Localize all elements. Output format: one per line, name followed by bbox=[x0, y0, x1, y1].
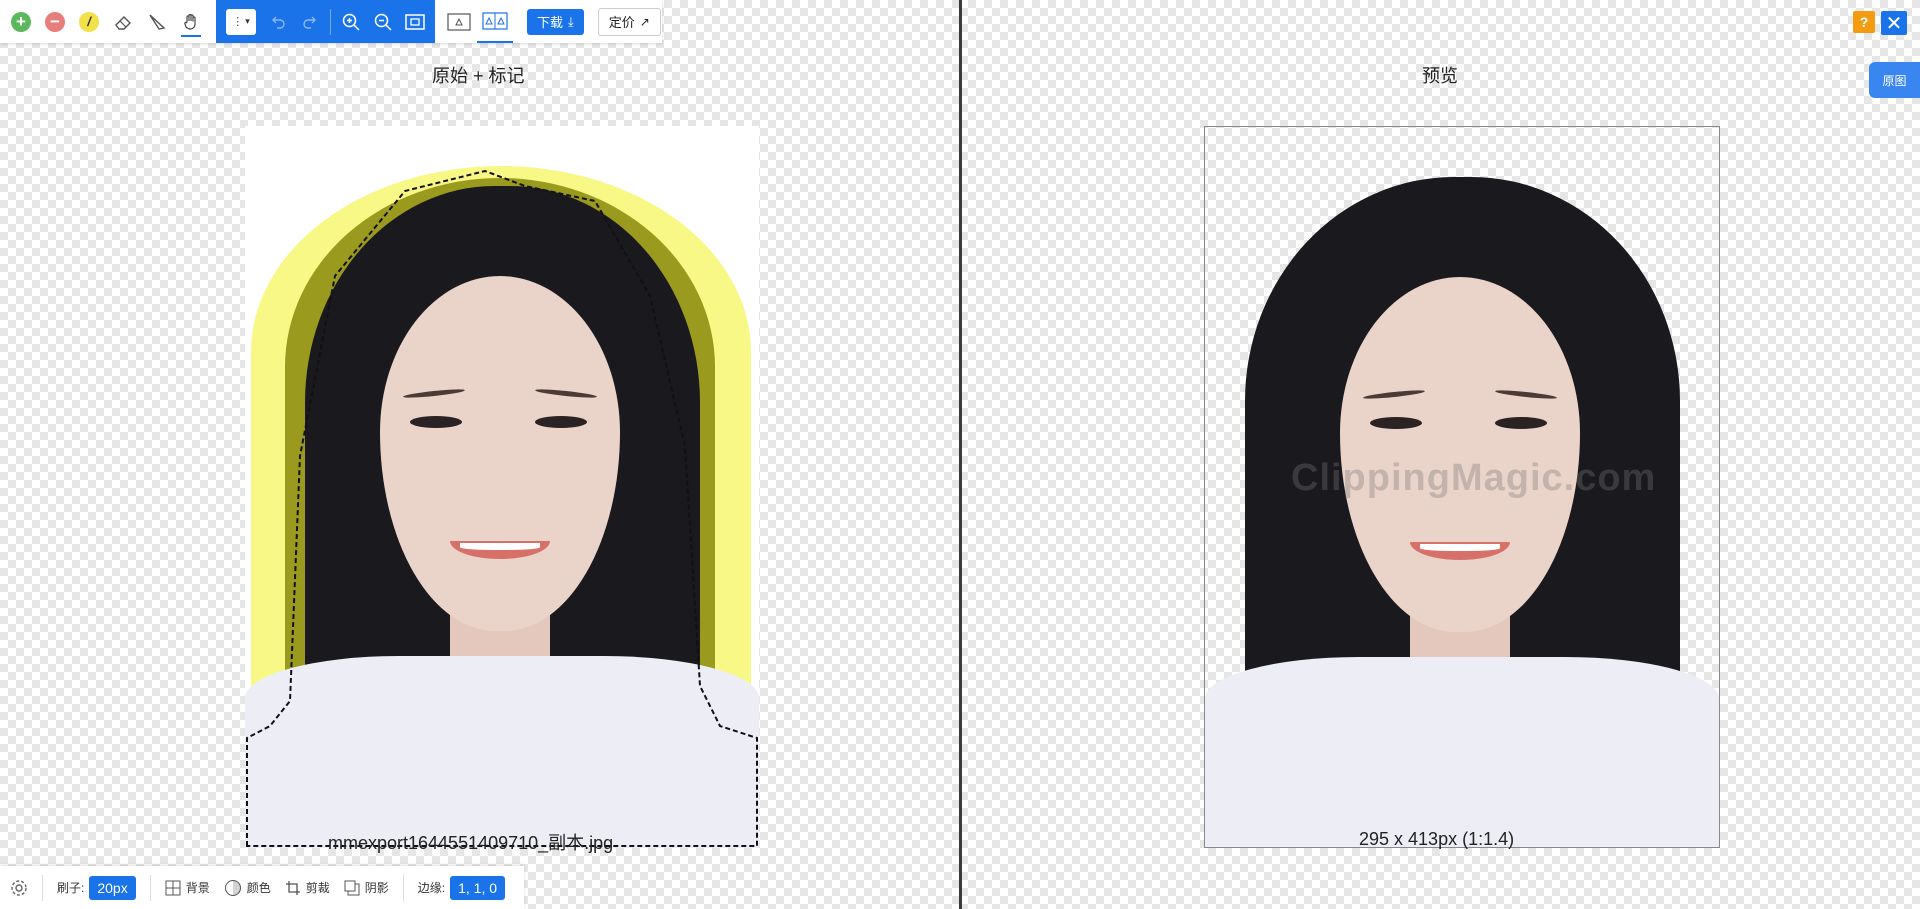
external-link-icon: ↗ bbox=[639, 14, 650, 29]
single-view-toggle[interactable] bbox=[441, 0, 477, 43]
right-panel-title: 预览 bbox=[1422, 66, 1458, 86]
add-marker-tool[interactable]: + bbox=[4, 0, 38, 43]
fit-view-button[interactable] bbox=[399, 0, 431, 43]
hand-icon bbox=[184, 13, 196, 30]
original-image-canvas[interactable] bbox=[245, 126, 759, 848]
download-icon: ⤓ bbox=[568, 13, 574, 29]
pan-tool[interactable] bbox=[174, 0, 208, 43]
minus-circle-icon: − bbox=[45, 11, 65, 32]
zoom-in-icon bbox=[342, 13, 360, 31]
toolbar-separator bbox=[330, 8, 331, 35]
bottom-separator bbox=[402, 874, 404, 901]
right-eye bbox=[1495, 417, 1547, 429]
scalpel-tool[interactable] bbox=[140, 0, 174, 43]
download-button[interactable]: 下载 ⤓ bbox=[527, 8, 584, 35]
color-button[interactable]: 颜色 bbox=[224, 879, 271, 897]
undo-button[interactable] bbox=[262, 0, 294, 43]
download-label: 下载 bbox=[537, 15, 564, 30]
grid-icon bbox=[165, 880, 181, 895]
plus-circle-icon: + bbox=[11, 11, 31, 32]
scalpel-icon bbox=[149, 13, 166, 30]
image-dimensions: 295 x 413px (1:1.4) bbox=[1359, 829, 1515, 849]
edges-group: 边缘: 1, 1, 0 bbox=[417, 875, 506, 900]
chevron-down-icon: ▾ bbox=[245, 16, 250, 26]
hair-marker-tool[interactable]: / bbox=[72, 0, 106, 43]
bottom-separator bbox=[42, 874, 43, 901]
shadow-icon bbox=[344, 880, 360, 895]
brush-size-group: 刷子: 20px bbox=[57, 875, 136, 900]
redo-icon bbox=[303, 16, 316, 29]
background-label: 背景 bbox=[185, 881, 210, 895]
background-button[interactable]: 背景 bbox=[165, 879, 210, 896]
redo-button[interactable] bbox=[294, 0, 326, 43]
brush-size-value[interactable]: 20px bbox=[89, 875, 136, 900]
shadow-button[interactable]: 阴影 bbox=[344, 879, 389, 896]
edit-tool-group: ⋮ ▾ bbox=[216, 0, 435, 43]
preview-image-canvas[interactable]: ClippingMagic.com bbox=[1204, 126, 1720, 848]
fit-screen-icon bbox=[405, 13, 425, 30]
pricing-button[interactable]: 定价 ↗ bbox=[597, 7, 661, 36]
main-toolbar: + − / ⋮ ▾ 下载 ⤓ 定价 ↗ bbox=[0, 0, 662, 43]
original-image-tab[interactable]: 原图 bbox=[1869, 62, 1920, 98]
dual-view-toggle[interactable] bbox=[477, 0, 513, 43]
edges-label: 边缘: bbox=[417, 881, 446, 895]
bottom-settings-bar: 刷子: 20px 背景 颜色 剪裁 阴影 边缘: 1, 1, 0 bbox=[0, 866, 524, 909]
brush-options-select[interactable]: ⋮ ▾ bbox=[226, 8, 256, 35]
edges-value[interactable]: 1, 1, 0 bbox=[450, 875, 506, 900]
pricing-label: 定价 bbox=[608, 15, 635, 30]
dual-view-icon bbox=[482, 11, 508, 30]
crop-button[interactable]: 剪裁 bbox=[285, 879, 330, 896]
eraser-icon bbox=[115, 15, 131, 30]
zoom-out-button[interactable] bbox=[367, 0, 399, 43]
crop-label: 剪裁 bbox=[305, 881, 330, 895]
color-label: 颜色 bbox=[246, 881, 271, 895]
undo-icon bbox=[272, 16, 285, 29]
eraser-tool[interactable] bbox=[106, 0, 140, 43]
brush-label: 刷子: bbox=[57, 881, 85, 895]
hair-brush-icon: / bbox=[79, 11, 99, 32]
bottom-separator bbox=[149, 874, 151, 901]
zoom-in-button[interactable] bbox=[335, 0, 367, 43]
teeth bbox=[1420, 544, 1500, 551]
left-panel-title: 原始 + 标记 bbox=[432, 66, 525, 86]
panel-divider[interactable] bbox=[959, 0, 962, 909]
shadow-label: 阴影 bbox=[364, 881, 389, 895]
contrast-icon bbox=[224, 879, 241, 896]
select-label: ⋮ bbox=[232, 16, 244, 28]
selection-outline bbox=[246, 169, 758, 847]
close-button[interactable]: ✕ bbox=[1881, 11, 1907, 35]
gear-icon bbox=[11, 879, 27, 896]
image-filename: mmexport1644551409710_副本.jpg bbox=[328, 833, 614, 853]
remove-marker-tool[interactable]: − bbox=[38, 0, 72, 43]
help-button[interactable]: ? bbox=[1853, 11, 1875, 33]
shirt-region bbox=[1205, 657, 1719, 847]
left-eye bbox=[1370, 417, 1422, 429]
settings-button[interactable] bbox=[10, 879, 28, 897]
crop-icon bbox=[285, 880, 300, 895]
watermark-text: ClippingMagic.com bbox=[1291, 457, 1657, 499]
single-view-icon bbox=[447, 12, 471, 31]
zoom-out-icon bbox=[374, 13, 392, 31]
